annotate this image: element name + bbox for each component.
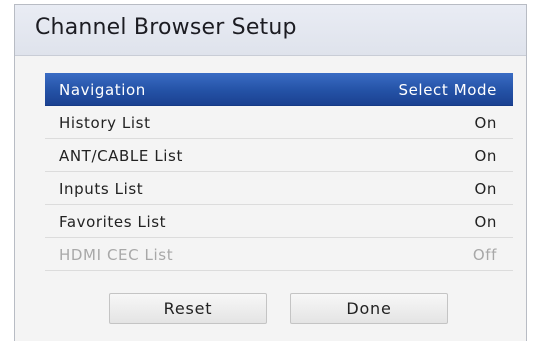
menu-item-label: ANT/CABLE List — [59, 147, 183, 165]
menu-item-label: HDMI CEC List — [59, 246, 174, 264]
menu-item-label: Navigation — [59, 81, 146, 99]
menu-item-value: On — [474, 114, 497, 132]
done-button[interactable]: Done — [290, 293, 448, 324]
menu-item-label: Inputs List — [59, 180, 144, 198]
channel-browser-setup-dialog: Channel Browser Setup Navigation Select … — [14, 4, 527, 341]
menu-item-label: Favorites List — [59, 213, 167, 231]
title-bar: Channel Browser Setup — [15, 5, 526, 56]
reset-button[interactable]: Reset — [109, 293, 267, 324]
menu-item-value: Select Mode — [398, 81, 497, 99]
menu-item-value: On — [474, 180, 497, 198]
menu-item-value: On — [474, 213, 497, 231]
menu-item-ant-cable-list[interactable]: ANT/CABLE List On — [45, 139, 513, 172]
menu-item-hdmi-cec-list: HDMI CEC List Off — [45, 238, 513, 271]
menu-item-history-list[interactable]: History List On — [45, 106, 513, 139]
settings-menu: Navigation Select Mode History List On A… — [45, 73, 513, 271]
dialog-title: Channel Browser Setup — [35, 15, 297, 40]
menu-item-inputs-list[interactable]: Inputs List On — [45, 172, 513, 205]
menu-item-navigation[interactable]: Navigation Select Mode — [45, 73, 513, 106]
menu-item-value: On — [474, 147, 497, 165]
menu-item-value: Off — [472, 246, 497, 264]
menu-item-favorites-list[interactable]: Favorites List On — [45, 205, 513, 238]
menu-item-label: History List — [59, 114, 151, 132]
